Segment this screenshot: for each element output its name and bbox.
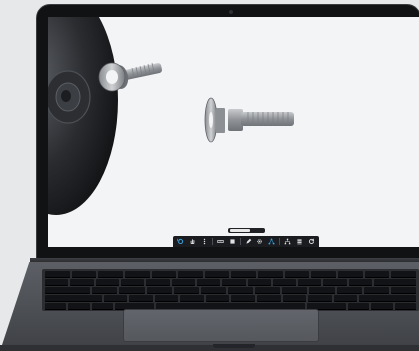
disc-wheel[interactable]: [48, 17, 118, 215]
network-icon[interactable]: [268, 238, 276, 246]
lid-opening-notch: [213, 344, 255, 348]
camera-icon: [229, 10, 233, 14]
toolbar-divider: [211, 238, 213, 245]
vertical-dots-icon[interactable]: [200, 238, 208, 246]
tree-icon[interactable]: [284, 238, 292, 246]
3d-viewport[interactable]: [48, 17, 419, 247]
toolbar-divider: [239, 238, 241, 245]
hand-pan-icon[interactable]: [188, 238, 196, 246]
bolt-with-washer-center[interactable]: [204, 97, 294, 143]
zoom-slider-fill: [230, 229, 250, 232]
zoom-slider[interactable]: [228, 228, 265, 233]
settings-icon[interactable]: [256, 238, 264, 246]
bolt-with-washer-top[interactable]: [98, 62, 163, 92]
ruler-icon[interactable]: [216, 238, 224, 246]
box-icon[interactable]: [228, 238, 236, 246]
rotate-icon[interactable]: [177, 238, 185, 246]
refresh-icon[interactable]: [307, 238, 315, 246]
laptop-base-edge: [0, 345, 419, 351]
keyboard: [42, 269, 419, 311]
screen: [48, 17, 419, 247]
pencil-icon[interactable]: [244, 238, 252, 246]
viewer-toolbar: [173, 236, 319, 247]
toolbar-divider: [279, 238, 281, 245]
trackpad[interactable]: [123, 309, 319, 342]
laptop: [0, 0, 419, 351]
layers-icon[interactable]: [296, 238, 304, 246]
